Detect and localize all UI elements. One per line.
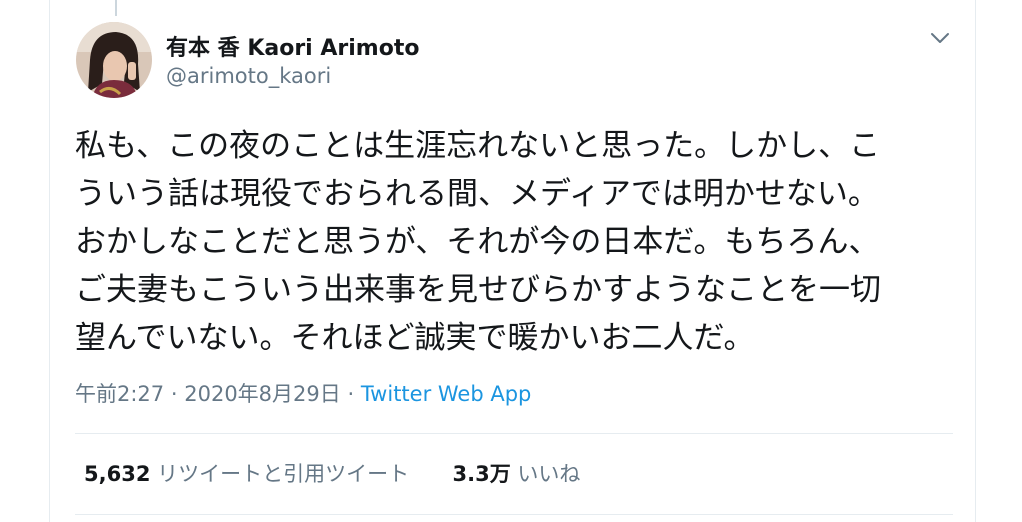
tweet-time[interactable]: 午前2:27	[75, 382, 164, 406]
divider	[75, 514, 953, 515]
meta-separator: ·	[170, 382, 178, 406]
chevron-down-icon[interactable]	[926, 28, 954, 48]
thread-connector-line	[115, 0, 117, 16]
card-left-border	[49, 0, 50, 522]
avatar[interactable]	[76, 22, 152, 98]
retweets-label: リツイートと引用ツイート	[157, 462, 410, 486]
tweet-stats: 5,632 リツイートと引用ツイート 3.3万 いいね	[84, 458, 580, 488]
source-app-link[interactable]: Twitter Web App	[361, 382, 532, 406]
user-avatar-photo-icon	[76, 22, 152, 98]
tweet-text-line: ういう話は現役でおられる間、メディアでは明かせない。	[75, 176, 879, 212]
tweet-text-line: おかしなことだと思うが、それが今の日本だ。もちろん、	[75, 224, 880, 260]
tweet-card: 有本 香 Kaori Arimoto @arimoto_kaori 私も、この夜…	[0, 0, 1022, 522]
tweet-meta: 午前2:27 · 2020年8月29日 · Twitter Web App	[75, 378, 531, 408]
card-right-border	[975, 0, 976, 522]
retweets-stat[interactable]: 5,632 リツイートと引用ツイート	[84, 462, 409, 486]
tweet-text: 私も、この夜のことは生涯忘れないと思った。しかし、こ ういう話は現役でおられる間…	[75, 122, 955, 362]
tweet-text-line: 望んでいない。それほど誠実で暖かいお二人だ。	[75, 320, 755, 356]
likes-label: いいね	[517, 462, 581, 486]
tweet-date[interactable]: 2020年8月29日	[184, 382, 341, 406]
tweet-text-line: 私も、この夜のことは生涯忘れないと思った。しかし、こ	[75, 128, 881, 164]
meta-separator: ·	[347, 382, 355, 406]
likes-stat[interactable]: 3.3万 いいね	[453, 462, 581, 486]
display-name[interactable]: 有本 香 Kaori Arimoto	[166, 30, 419, 62]
tweet-text-line: ご夫妻もこういう出来事を見せびらかすようなことを一切	[75, 272, 881, 308]
user-handle[interactable]: @arimoto_kaori	[166, 64, 331, 88]
divider	[75, 433, 953, 434]
likes-count: 3.3万	[452, 462, 511, 486]
retweets-count: 5,632	[84, 462, 151, 486]
